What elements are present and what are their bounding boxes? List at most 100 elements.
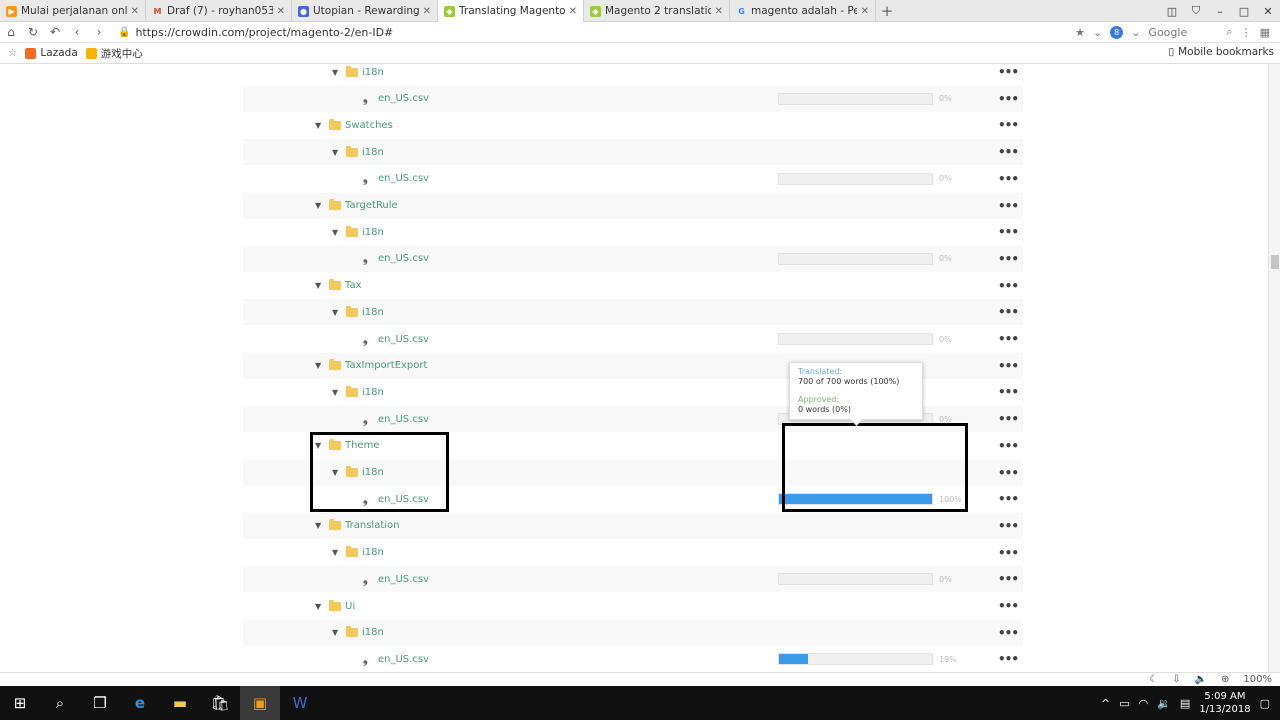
expand-triangle-icon[interactable]: ▼ bbox=[332, 628, 338, 637]
wifi-icon[interactable]: ◠ bbox=[1139, 697, 1149, 710]
more-options-icon[interactable]: ••• bbox=[998, 492, 1019, 506]
store-icon[interactable]: 🛍 bbox=[200, 686, 240, 720]
folder-row[interactable]: ▼ i18n ••• bbox=[243, 219, 1023, 245]
folder-row[interactable]: ▼ i18n ••• bbox=[243, 64, 1023, 85]
browser-tab[interactable]: ◆ Magento 2 translations: ✕ bbox=[584, 0, 730, 22]
more-options-icon[interactable]: ••• bbox=[998, 466, 1019, 480]
more-options-icon[interactable]: ••• bbox=[998, 439, 1019, 453]
more-options-icon[interactable]: ••• bbox=[998, 145, 1019, 159]
sidebar-icon[interactable]: ◫ bbox=[1160, 5, 1184, 18]
folder-name[interactable]: Ui bbox=[345, 601, 355, 612]
more-options-icon[interactable]: ••• bbox=[998, 385, 1019, 399]
menu-icon[interactable]: ⋮ bbox=[1241, 26, 1252, 39]
night-mode-icon[interactable]: ☾ bbox=[1149, 674, 1158, 685]
more-options-icon[interactable]: ••• bbox=[998, 118, 1019, 132]
file-row[interactable]: ❟ en_US.csv 0% ••• bbox=[243, 85, 1023, 112]
folder-name[interactable]: i18n bbox=[362, 227, 384, 238]
apps-icon[interactable]: ▦ bbox=[1260, 26, 1270, 39]
file-row[interactable]: ❟ en_US.csv 0% ••• bbox=[243, 326, 1023, 352]
expand-triangle-icon[interactable]: ▼ bbox=[332, 68, 338, 77]
zoom-level[interactable]: 100% bbox=[1243, 674, 1272, 685]
more-options-icon[interactable]: ••• bbox=[998, 65, 1019, 79]
folder-row[interactable]: ▼ i18n ••• bbox=[243, 540, 1023, 566]
tab-close-icon[interactable]: ✕ bbox=[569, 6, 577, 17]
more-options-icon[interactable]: ••• bbox=[998, 172, 1019, 186]
expand-triangle-icon[interactable]: ▼ bbox=[332, 308, 338, 317]
notification-icon[interactable]: ▤ bbox=[1180, 697, 1190, 710]
file-row[interactable]: ❟ en_US.csv 0% ••• bbox=[243, 245, 1023, 272]
tab-close-icon[interactable]: ✕ bbox=[861, 6, 869, 17]
browser-tab[interactable]: ▶ Mulai perjalanan online ✕ bbox=[0, 0, 146, 22]
undo-icon[interactable]: ↶ bbox=[44, 25, 66, 39]
file-name[interactable]: en_US.csv bbox=[378, 654, 429, 665]
file-name[interactable]: en_US.csv bbox=[378, 574, 429, 585]
back-icon[interactable]: ‹ bbox=[66, 25, 88, 39]
file-row[interactable]: ❟ en_US.csv 19% ••• bbox=[243, 646, 1023, 672]
progress-bar[interactable] bbox=[778, 172, 933, 185]
folder-row[interactable]: ▼ Translation ••• bbox=[243, 512, 1023, 539]
folder-name[interactable]: TaxImportExport bbox=[345, 360, 427, 371]
shield-icon[interactable]: ⛉ bbox=[1184, 4, 1208, 18]
expand-triangle-icon[interactable]: ▼ bbox=[315, 521, 321, 530]
file-name[interactable]: en_US.csv bbox=[378, 414, 429, 425]
expand-triangle-icon[interactable]: ▼ bbox=[332, 148, 338, 157]
word-icon[interactable]: W bbox=[280, 686, 320, 720]
progress-bar[interactable] bbox=[778, 252, 933, 265]
more-options-icon[interactable]: ••• bbox=[998, 359, 1019, 373]
browser-tab[interactable]: Gmagento adalah - Pene ✕ bbox=[730, 0, 876, 22]
expand-triangle-icon[interactable]: ▼ bbox=[315, 602, 321, 611]
search-engine-label[interactable]: Google bbox=[1148, 26, 1218, 39]
clock[interactable]: 5:09 AM 1/13/2018 bbox=[1199, 690, 1250, 716]
more-options-icon[interactable]: ••• bbox=[998, 519, 1019, 533]
tab-close-icon[interactable]: ✕ bbox=[131, 6, 139, 17]
browser-tab[interactable]: M Draf (7) - royhan053@g ✕ bbox=[146, 0, 292, 22]
home-icon[interactable]: ⌂ bbox=[0, 25, 22, 39]
folder-row[interactable]: ▼ i18n ••• bbox=[243, 299, 1023, 326]
reload-icon[interactable]: ↻ bbox=[22, 25, 44, 39]
more-options-icon[interactable]: ••• bbox=[998, 305, 1019, 319]
chevron-up-icon[interactable]: ^ bbox=[1101, 697, 1110, 710]
browser-tab[interactable]: ◆ Translating Magento 2 t ✕ bbox=[438, 0, 584, 22]
search-icon[interactable]: ⌕ bbox=[1226, 25, 1232, 39]
new-tab-icon[interactable]: + bbox=[876, 0, 898, 21]
minimize-icon[interactable]: – bbox=[1208, 5, 1232, 18]
file-explorer-icon[interactable]: ▬ bbox=[160, 686, 200, 720]
expand-triangle-icon[interactable]: ▼ bbox=[332, 388, 338, 397]
folder-name[interactable]: i18n bbox=[362, 67, 384, 78]
bookmark-lazada[interactable]: Lazada bbox=[25, 47, 78, 59]
bookmark-game-center[interactable]: 游戏中心 bbox=[85, 46, 143, 61]
expand-triangle-icon[interactable]: ▼ bbox=[315, 361, 321, 370]
progress-bar[interactable] bbox=[778, 573, 933, 586]
more-options-icon[interactable]: ••• bbox=[998, 225, 1019, 239]
url-field[interactable]: 🔒 https://crowdin.com/project/magento-2/… bbox=[118, 26, 1075, 39]
more-options-icon[interactable]: ••• bbox=[998, 546, 1019, 560]
close-icon[interactable]: ✕ bbox=[1256, 5, 1280, 18]
progress-bar[interactable] bbox=[778, 333, 933, 345]
more-options-icon[interactable]: ••• bbox=[998, 652, 1019, 666]
file-name[interactable]: en_US.csv bbox=[378, 253, 429, 264]
folder-name[interactable]: TargetRule bbox=[345, 200, 398, 211]
scrollbar[interactable] bbox=[1268, 64, 1280, 672]
chevron-down-icon[interactable]: ⌄ bbox=[1131, 26, 1140, 39]
edge-icon[interactable]: e bbox=[120, 686, 160, 720]
file-name[interactable]: en_US.csv bbox=[378, 173, 429, 184]
bookmark-star-icon[interactable]: ☆ bbox=[8, 47, 17, 59]
folder-name[interactable]: i18n bbox=[362, 387, 384, 398]
progress-bar[interactable] bbox=[778, 92, 933, 105]
more-options-icon[interactable]: ••• bbox=[998, 92, 1019, 106]
more-options-icon[interactable]: ••• bbox=[998, 572, 1019, 586]
search-engine-icon[interactable]: 8 bbox=[1110, 25, 1124, 39]
tab-close-icon[interactable]: ✕ bbox=[277, 6, 285, 17]
more-options-icon[interactable]: ••• bbox=[998, 332, 1019, 346]
star-icon[interactable]: ★ bbox=[1075, 26, 1085, 39]
file-name[interactable]: en_US.csv bbox=[378, 334, 429, 345]
file-row[interactable]: ❟ en_US.csv 0% ••• bbox=[243, 166, 1023, 192]
expand-triangle-icon[interactable]: ▼ bbox=[315, 201, 321, 210]
scrollbar-thumb[interactable] bbox=[1271, 255, 1279, 269]
volume-icon[interactable]: 🔈 bbox=[1195, 674, 1207, 685]
file-row[interactable]: ❟ en_US.csv 0% ••• bbox=[243, 566, 1023, 593]
maximize-icon[interactable]: □ bbox=[1232, 5, 1256, 18]
download-icon[interactable]: ⇩ bbox=[1172, 674, 1180, 685]
more-options-icon[interactable]: ••• bbox=[998, 412, 1019, 426]
expand-triangle-icon[interactable]: ▼ bbox=[332, 228, 338, 237]
